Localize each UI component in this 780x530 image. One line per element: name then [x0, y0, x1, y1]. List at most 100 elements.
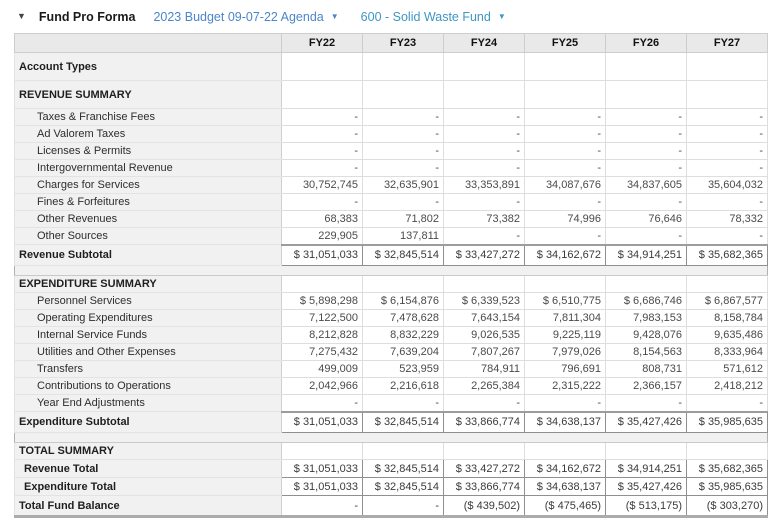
cell-personnel-services-fy24: $ 6,339,523	[443, 292, 525, 310]
cell-account-types-fy25	[524, 52, 606, 81]
cell-fines-forfeitures-fy23: -	[362, 193, 444, 211]
row-label-charges-for-services: Charges for Services	[14, 176, 282, 194]
cell-contributions-to-operations-fy23: 2,216,618	[362, 377, 444, 395]
table-row-charges-for-services: Charges for Services 30,752,745 32,635,901…	[14, 176, 768, 194]
cell-transfers-fy22: 499,009	[281, 360, 363, 378]
table-row-licenses-permits: Licenses & Permits - - - - - -	[14, 142, 768, 160]
row-label-expenditure-summary: EXPENDITURE SUMMARY	[14, 275, 282, 293]
cell-revenue-subtotal-fy23: $ 32,845,514	[362, 243, 444, 266]
cell-revenue-total-fy22: $ 31,051,033	[281, 459, 363, 478]
cell-ad-valorem-taxes-fy26: -	[605, 125, 687, 143]
row-label-operating-expenditures: Operating Expenditures	[14, 309, 282, 327]
cell-expenditure-summary-fy24	[443, 275, 525, 293]
cell-personnel-services-fy25: $ 6,510,775	[524, 292, 606, 310]
cell-personnel-services-fy22: $ 5,898,298	[281, 292, 363, 310]
cell-ad-valorem-taxes-fy27: -	[686, 125, 768, 143]
row-label-contributions-to-operations: Contributions to Operations	[14, 377, 282, 395]
cell-revenue-summary-fy24	[443, 80, 525, 109]
cell-revenue-subtotal-fy22: $ 31,051,033	[281, 243, 363, 266]
cell-other-revenues-fy23: 71,802	[362, 210, 444, 228]
cell-licenses-permits-fy26: -	[605, 142, 687, 160]
separator-row	[14, 432, 768, 443]
row-label-expenditure-subtotal: Expenditure Subtotal	[14, 411, 282, 433]
cell-licenses-permits-fy27: -	[686, 142, 768, 160]
cell-account-types-fy24	[443, 52, 525, 81]
cell-intergovernmental-revenue-fy27: -	[686, 159, 768, 177]
table-row-year-end-adjustments: Year End Adjustments - - - - - -	[14, 394, 768, 412]
cell-utilities-and-other-expenses-fy24: 7,807,267	[443, 343, 525, 361]
corner-header-cell	[14, 33, 282, 53]
table-row-expenditure-summary: EXPENDITURE SUMMARY	[14, 275, 768, 293]
cell-internal-service-funds-fy27: 9,635,486	[686, 326, 768, 344]
fund-dropdown[interactable]: 600 - Solid Waste Fund ▼	[361, 10, 506, 24]
table-row-intergovernmental-revenue: Intergovernmental Revenue - - - - - -	[14, 159, 768, 177]
cell-charges-for-services-fy27: 35,604,032	[686, 176, 768, 194]
cell-other-sources-fy22: 229,905	[281, 227, 363, 245]
cell-expenditure-summary-fy23	[362, 275, 444, 293]
cell-revenue-summary-fy23	[362, 80, 444, 109]
cell-fines-forfeitures-fy27: -	[686, 193, 768, 211]
cell-operating-expenditures-fy22: 7,122,500	[281, 309, 363, 327]
cell-utilities-and-other-expenses-fy22: 7,275,432	[281, 343, 363, 361]
cell-revenue-total-fy25: $ 34,162,672	[524, 459, 606, 478]
cell-contributions-to-operations-fy26: 2,366,157	[605, 377, 687, 395]
row-label-ad-valorem-taxes: Ad Valorem Taxes	[14, 125, 282, 143]
row-label-internal-service-funds: Internal Service Funds	[14, 326, 282, 344]
cell-personnel-services-fy23: $ 6,154,876	[362, 292, 444, 310]
table-row-internal-service-funds: Internal Service Funds 8,212,828 8,832,229…	[14, 326, 768, 344]
cell-expenditure-summary-fy27	[686, 275, 768, 293]
cell-charges-for-services-fy24: 33,353,891	[443, 176, 525, 194]
cell-total-fund-balance-fy24: ($ 439,502)	[443, 495, 525, 518]
column-header-fy26: FY26	[605, 33, 687, 53]
budget-version-dropdown[interactable]: 2023 Budget 09-07-22 Agenda ▼	[153, 10, 338, 24]
cell-expenditure-total-fy22: $ 31,051,033	[281, 477, 363, 496]
table-row-expenditure-subtotal: Expenditure Subtotal $ 31,051,033 $ 32,845…	[14, 410, 768, 433]
row-label-transfers: Transfers	[14, 360, 282, 378]
cell-internal-service-funds-fy23: 8,832,229	[362, 326, 444, 344]
table-row-other-revenues: Other Revenues 68,383 71,802 73,382 74,996 76…	[14, 210, 768, 228]
cell-other-revenues-fy22: 68,383	[281, 210, 363, 228]
cell-operating-expenditures-fy25: 7,811,304	[524, 309, 606, 327]
cell-expenditure-subtotal-fy23: $ 32,845,514	[362, 410, 444, 433]
chevron-down-icon: ▼	[497, 12, 506, 21]
row-label-personnel-services: Personnel Services	[14, 292, 282, 310]
cell-licenses-permits-fy23: -	[362, 142, 444, 160]
cell-expenditure-subtotal-fy26: $ 35,427,426	[605, 410, 687, 433]
cell-revenue-total-fy24: $ 33,427,272	[443, 459, 525, 478]
table-row-revenue-total: Revenue Total $ 31,051,033 $ 32,845,514 $ 3…	[14, 459, 768, 478]
cell-contributions-to-operations-fy25: 2,315,222	[524, 377, 606, 395]
cell-transfers-fy26: 808,731	[605, 360, 687, 378]
cell-expenditure-total-fy23: $ 32,845,514	[362, 477, 444, 496]
table-row-revenue-summary: REVENUE SUMMARY	[14, 80, 768, 109]
cell-intergovernmental-revenue-fy26: -	[605, 159, 687, 177]
cell-total-fund-balance-fy23: -	[362, 495, 444, 518]
cell-taxes-franchise-fees-fy22: -	[281, 108, 363, 126]
cell-revenue-subtotal-fy24: $ 33,427,272	[443, 243, 525, 266]
cell-year-end-adjustments-fy23: -	[362, 394, 444, 412]
cell-licenses-permits-fy22: -	[281, 142, 363, 160]
column-header-fy25: FY25	[524, 33, 606, 53]
cell-other-revenues-fy27: 78,332	[686, 210, 768, 228]
row-label-year-end-adjustments: Year End Adjustments	[14, 394, 282, 412]
cell-account-types-fy26	[605, 52, 687, 81]
cell-expenditure-summary-fy25	[524, 275, 606, 293]
cell-licenses-permits-fy25: -	[524, 142, 606, 160]
table-row-personnel-services: Personnel Services $ 5,898,298 $ 6,154,876…	[14, 292, 768, 310]
cell-intergovernmental-revenue-fy24: -	[443, 159, 525, 177]
row-label-taxes-franchise-fees: Taxes & Franchise Fees	[14, 108, 282, 126]
cell-other-revenues-fy25: 74,996	[524, 210, 606, 228]
row-label-account-types: Account Types	[14, 52, 282, 81]
cell-fines-forfeitures-fy25: -	[524, 193, 606, 211]
table-row-fines-forfeitures: Fines & Forfeitures - - - - - -	[14, 193, 768, 211]
column-header-fy23: FY23	[362, 33, 444, 53]
collapse-section-icon[interactable]: ▼	[17, 12, 26, 21]
cell-total-fund-balance-fy26: ($ 513,175)	[605, 495, 687, 518]
cell-account-types-fy27	[686, 52, 768, 81]
cell-utilities-and-other-expenses-fy23: 7,639,204	[362, 343, 444, 361]
cell-revenue-subtotal-fy26: $ 34,914,251	[605, 243, 687, 266]
budget-version-dropdown-label: 2023 Budget 09-07-22 Agenda	[153, 9, 324, 24]
cell-operating-expenditures-fy24: 7,643,154	[443, 309, 525, 327]
cell-operating-expenditures-fy27: 8,158,784	[686, 309, 768, 327]
cell-personnel-services-fy27: $ 6,867,577	[686, 292, 768, 310]
cell-other-sources-fy24: -	[443, 227, 525, 245]
